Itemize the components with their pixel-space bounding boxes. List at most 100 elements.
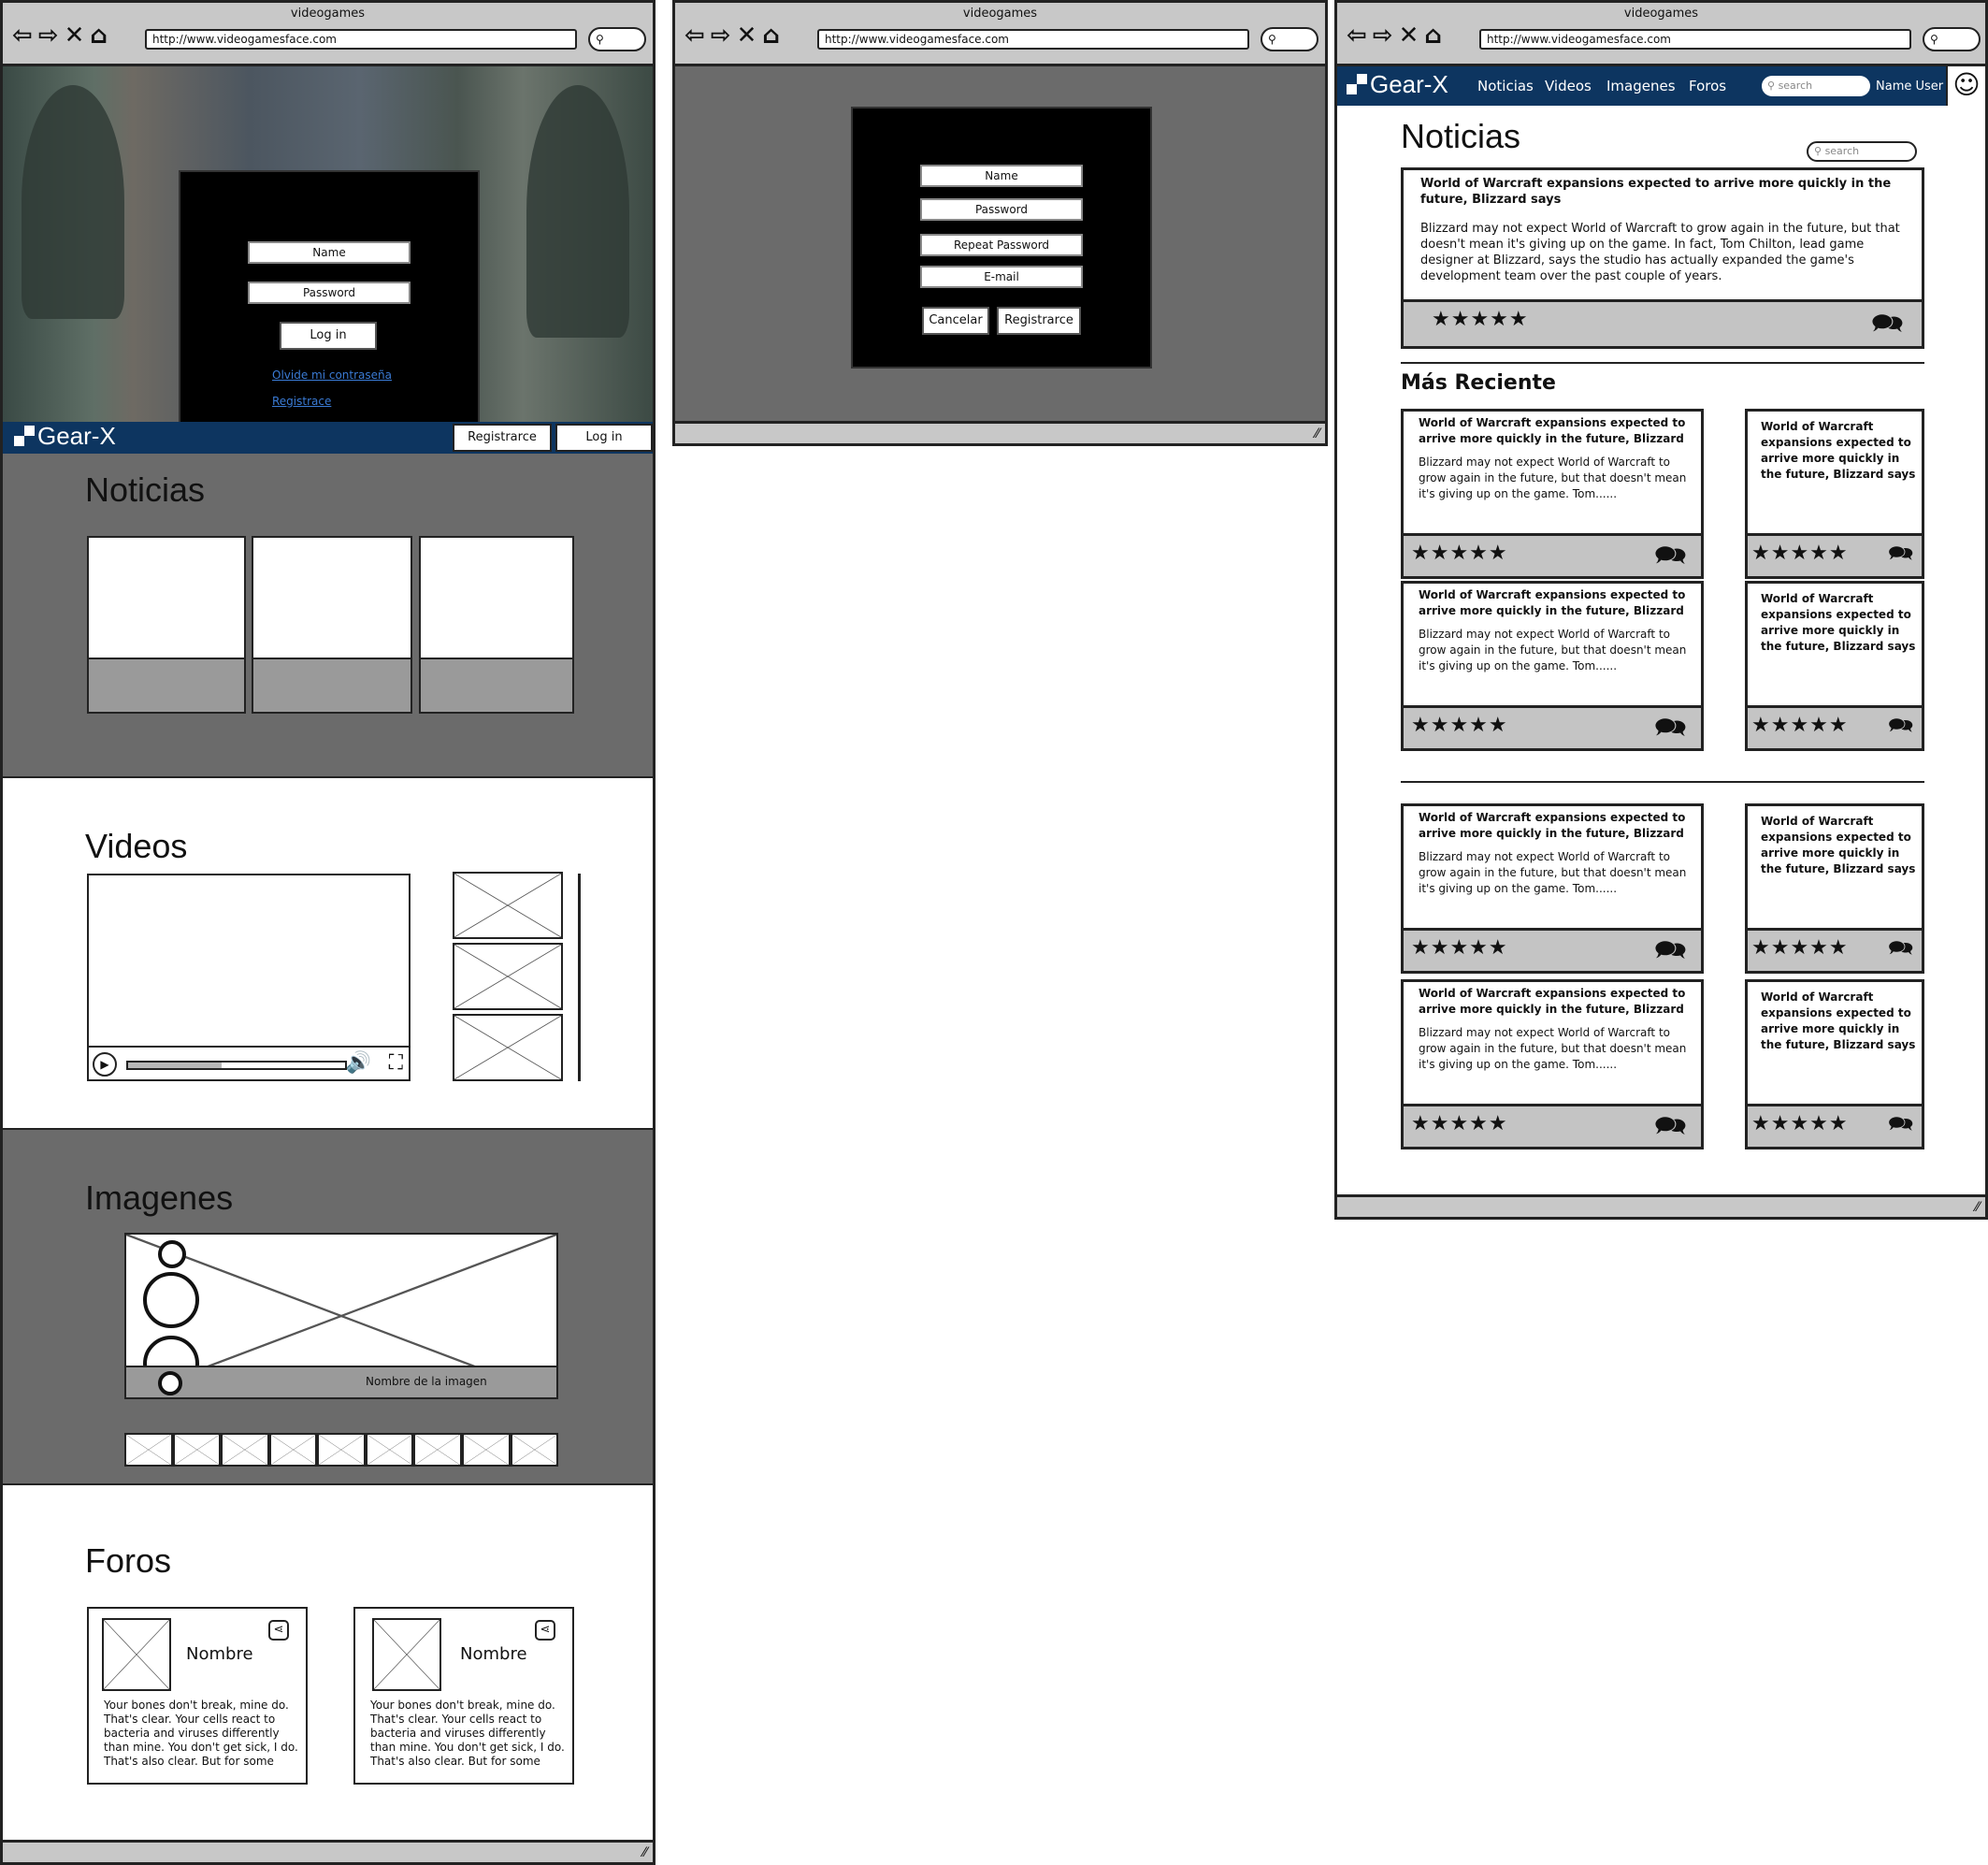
video-progress[interactable] [126,1061,347,1070]
close-icon[interactable]: ✕ [737,22,757,50]
rating-stars[interactable]: ★★★★★ [1411,542,1508,565]
image-thumbnail[interactable] [365,1433,414,1467]
share-icon[interactable]: ⋖ [535,1620,555,1641]
image-thumbnail[interactable] [172,1433,222,1467]
forward-icon[interactable]: ⇨ [38,22,59,50]
news-card[interactable]: World of Warcraft expansions expected to… [1401,409,1704,579]
chat-bubbles-icon[interactable]: 🗪 [1654,708,1687,753]
share-icon[interactable]: ⋖ [268,1620,289,1641]
browser-search[interactable]: ⚲ [1261,27,1318,51]
browser-search[interactable]: ⚲ [1923,27,1981,51]
image-thumbnail[interactable] [268,1433,318,1467]
video-thumbnail[interactable] [453,872,563,939]
resize-grip-icon[interactable]: ⁄⁄ [1975,1200,1980,1215]
register-name-field[interactable]: Name [920,165,1083,187]
image-thumbnail[interactable] [221,1433,269,1467]
forum-card[interactable]: Nombre ⋖ Your bones don't break, mine do… [353,1607,574,1785]
topbar-login-button[interactable]: Log in [555,424,653,452]
fullscreen-icon[interactable]: ⛶ [389,1051,403,1075]
image-thumbnail[interactable] [413,1433,462,1467]
nav-imagenes[interactable]: Imagenes [1606,78,1676,94]
rating-stars[interactable]: ★★★★★ [1411,936,1508,960]
back-icon[interactable]: ⇦ [1347,22,1367,50]
user-name[interactable]: Name User [1876,80,1943,94]
video-thumbnail[interactable] [453,1014,563,1081]
chat-bubbles-icon[interactable]: 🗪 [1888,710,1913,745]
rating-stars[interactable]: ★★★★★ [1411,714,1508,737]
cancel-button[interactable]: Cancelar [922,307,989,335]
video-player[interactable]: ▶ 🔊 ⛶ [87,874,411,1081]
home-icon[interactable]: ⌂ [90,22,108,50]
chat-bubbles-icon[interactable]: 🗪 [1654,931,1687,976]
image-thumbnail[interactable] [124,1433,173,1467]
news-thumbnail[interactable] [252,536,412,714]
register-email-field[interactable]: E-mail [920,266,1083,288]
login-name-field[interactable]: Name [248,241,411,264]
rating-stars[interactable]: ★★★★★ [1751,714,1849,737]
rating-stars[interactable]: ★★★★★ [1751,1112,1849,1135]
scroll-up-icon[interactable] [158,1240,186,1268]
forward-icon[interactable]: ⇨ [711,22,731,50]
register-link[interactable]: Registrace [272,395,331,408]
image-thumbnail[interactable] [317,1433,366,1467]
news-card-compact[interactable]: World of Warcraft expansions expected to… [1745,979,1924,1149]
login-button[interactable]: Log in [280,322,377,350]
close-icon[interactable]: ✕ [1399,22,1419,50]
featured-news-card[interactable]: World of Warcraft expansions expected to… [1401,167,1924,349]
video-thumbnail[interactable] [453,943,563,1010]
rating-stars[interactable]: ★★★★★ [1411,1112,1508,1135]
news-thumbnail[interactable] [419,536,574,714]
url-bar[interactable]: http://www.videogamesface.com [145,29,577,50]
login-password-field[interactable]: Password [248,282,411,304]
home-icon[interactable]: ⌂ [1424,22,1442,50]
news-card[interactable]: World of Warcraft expansions expected to… [1401,803,1704,974]
navbar-search-input[interactable]: ⚲ search [1762,76,1870,96]
logo[interactable]: Gear-X [1347,70,1448,99]
url-bar[interactable]: http://www.videogamesface.com [1479,29,1911,50]
forgot-password-link[interactable]: Olvide mi contraseña [272,369,392,382]
chat-bubbles-icon[interactable]: 🗪 [1888,538,1913,573]
topbar-register-button[interactable]: Registrarce [453,424,552,452]
chat-bubbles-icon[interactable]: 🗪 [1888,1108,1913,1144]
news-search-input[interactable]: ⚲ search [1807,141,1917,162]
chat-bubbles-icon[interactable]: 🗪 [1888,932,1913,968]
forward-icon[interactable]: ⇨ [1373,22,1393,50]
video-list-scrollbar[interactable] [578,874,581,1081]
home-icon[interactable]: ⌂ [762,22,780,50]
user-avatar-icon[interactable]: ☺ [1946,66,1985,106]
rating-stars[interactable]: ★★★★★ [1432,308,1529,331]
news-card[interactable]: World of Warcraft expansions expected to… [1401,581,1704,751]
rating-stars[interactable]: ★★★★★ [1751,542,1849,565]
resize-grip-icon[interactable]: ⁄⁄ [642,1845,647,1860]
register-button[interactable]: Registrarce [997,307,1081,335]
browser-search[interactable]: ⚲ [588,27,646,51]
register-password-field[interactable]: Password [920,198,1083,221]
play-icon[interactable]: ▶ [93,1052,117,1077]
image-viewer[interactable]: Nombre de la imagen [124,1233,558,1399]
check-icon[interactable] [158,1371,182,1395]
news-card-compact[interactable]: World of Warcraft expansions expected to… [1745,803,1924,974]
logo[interactable]: Gear-X [14,422,116,451]
resize-grip-icon[interactable]: ⁄⁄ [1315,426,1319,441]
back-icon[interactable]: ⇦ [684,22,705,50]
nav-foros[interactable]: Foros [1689,78,1726,94]
image-thumbnail[interactable] [461,1433,511,1467]
image-thumbnail[interactable] [510,1433,559,1467]
url-bar[interactable]: http://www.videogamesface.com [817,29,1249,50]
news-card[interactable]: World of Warcraft expansions expected to… [1401,979,1704,1149]
news-card-compact[interactable]: World of Warcraft expansions expected to… [1745,581,1924,751]
rating-stars[interactable]: ★★★★★ [1751,936,1849,960]
chat-bubbles-icon[interactable]: 🗪 [1654,1106,1687,1151]
register-repeat-password-field[interactable]: Repeat Password [920,234,1083,256]
nav-videos[interactable]: Videos [1545,78,1592,94]
nav-noticias[interactable]: Noticias [1477,78,1534,94]
forum-card[interactable]: Nombre ⋖ Your bones don't break, mine do… [87,1607,308,1785]
news-thumbnail[interactable] [87,536,246,714]
news-card-compact[interactable]: World of Warcraft expansions expected to… [1745,409,1924,579]
close-icon[interactable]: ✕ [65,22,85,50]
image-dot[interactable] [143,1272,199,1328]
chat-bubbles-icon[interactable]: 🗪 [1654,536,1687,581]
chat-bubbles-icon[interactable]: 🗪 [1871,304,1904,349]
back-icon[interactable]: ⇦ [12,22,33,50]
volume-icon[interactable]: 🔊 [346,1051,371,1075]
